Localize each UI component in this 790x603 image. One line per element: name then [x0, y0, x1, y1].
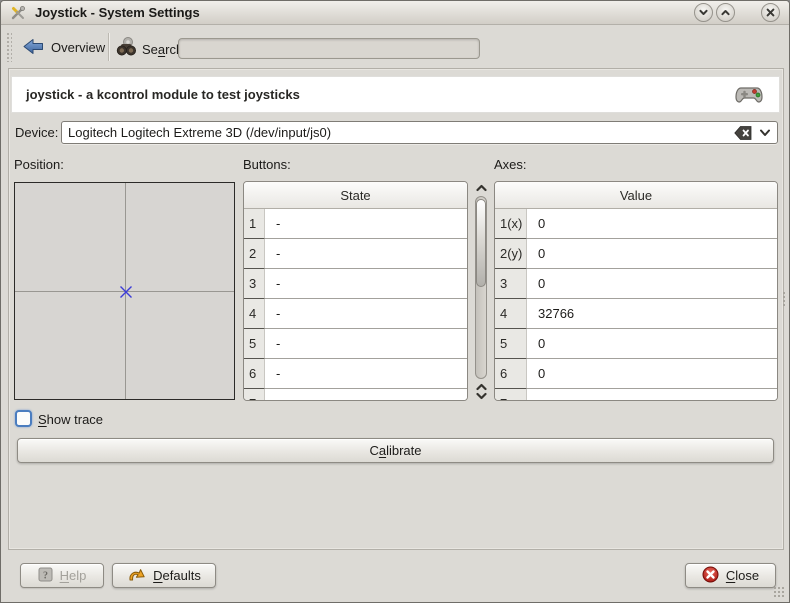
clear-input-icon[interactable]	[734, 126, 752, 140]
window-title: Joystick - System Settings	[35, 5, 200, 20]
table-row: 6-	[244, 359, 467, 389]
device-label: Device:	[15, 125, 58, 140]
search-binoculars-icon	[115, 35, 138, 61]
axes-label: Axes:	[494, 157, 527, 172]
table-row: 3-	[244, 269, 467, 299]
defaults-label: Defaults	[153, 568, 201, 583]
calibrate-button[interactable]: Calibrate	[17, 438, 774, 463]
table-row: 50	[495, 329, 777, 359]
back-arrow-icon	[23, 38, 44, 58]
help-button[interactable]: ? Help	[20, 563, 104, 588]
table-row: 4-	[244, 299, 467, 329]
splitter-handle[interactable]	[782, 291, 787, 307]
joystick-position-marker	[119, 285, 133, 302]
maximize-button[interactable]	[716, 3, 735, 22]
close-red-icon	[702, 566, 719, 586]
buttons-scrollbar[interactable]	[474, 182, 488, 400]
device-combobox[interactable]: Logitech Logitech Extreme 3D (/dev/input…	[61, 121, 778, 144]
chevron-down-icon	[697, 6, 710, 19]
axes-table[interactable]: Value 1(x)0 2(y)0 30 432766 50 60 7	[494, 181, 778, 401]
buttons-label: Buttons:	[243, 157, 291, 172]
search-input[interactable]	[178, 38, 480, 59]
chevron-up-icon	[719, 6, 732, 19]
table-row: 432766	[495, 299, 777, 329]
position-pad[interactable]	[14, 182, 235, 400]
device-value: Logitech Logitech Extreme 3D (/dev/input…	[68, 125, 734, 140]
close-window-button[interactable]	[761, 3, 780, 22]
table-row: 5-	[244, 329, 467, 359]
combo-chevron-down-icon[interactable]	[759, 129, 771, 137]
module-header-banner: joystick - a kcontrol module to test joy…	[11, 76, 780, 113]
device-row: Device: Logitech Logitech Extreme 3D (/d…	[15, 121, 777, 144]
show-trace-label[interactable]: Show trace	[38, 412, 103, 427]
toolbar-drag-handle[interactable]	[6, 32, 12, 62]
calibrate-label: Calibrate	[369, 443, 421, 458]
close-label: Close	[726, 568, 759, 583]
defaults-button[interactable]: Defaults	[112, 563, 216, 588]
table-row: 7	[244, 389, 467, 401]
scrollbar-thumb[interactable]	[476, 199, 486, 287]
minimize-button[interactable]	[694, 3, 713, 22]
close-icon	[764, 6, 777, 19]
system-settings-app-icon	[10, 5, 26, 21]
overview-label: Overview	[51, 40, 105, 55]
module-title: joystick - a kcontrol module to test joy…	[26, 87, 300, 102]
window-resize-grip[interactable]	[773, 586, 786, 599]
toolbar-separator	[108, 33, 109, 61]
table-row: 30	[495, 269, 777, 299]
axes-column-header[interactable]: Value	[495, 182, 777, 209]
show-trace-checkbox[interactable]	[15, 410, 32, 427]
help-icon: ?	[38, 567, 53, 585]
joystick-icon	[733, 82, 765, 111]
scrollbar-track[interactable]	[475, 196, 487, 379]
scroll-up-icon	[476, 383, 487, 391]
overview-button[interactable]: Overview	[19, 34, 109, 61]
table-row: 1(x)0	[495, 209, 777, 239]
scroll-up-icon[interactable]	[476, 182, 487, 194]
scrollbar-bottom-arrows	[476, 381, 487, 400]
undo-icon	[127, 567, 146, 585]
joystick-settings-window: Joystick - System Settings	[0, 0, 790, 603]
svg-text:?: ?	[43, 570, 48, 581]
main-toolbar: Overview Search:	[1, 26, 789, 68]
close-button[interactable]: Close	[685, 563, 776, 588]
position-label: Position:	[14, 157, 64, 172]
table-row: 60	[495, 359, 777, 389]
buttons-column-header[interactable]: State	[244, 182, 467, 209]
table-row: 7	[495, 389, 777, 401]
buttons-table[interactable]: State 1- 2- 3- 4- 5- 6- 7	[243, 181, 468, 401]
table-row: 2(y)0	[495, 239, 777, 269]
help-label: Help	[60, 568, 87, 583]
table-row: 1-	[244, 209, 467, 239]
table-row: 2-	[244, 239, 467, 269]
titlebar[interactable]: Joystick - System Settings	[1, 1, 789, 25]
scroll-down-icon	[476, 392, 487, 400]
